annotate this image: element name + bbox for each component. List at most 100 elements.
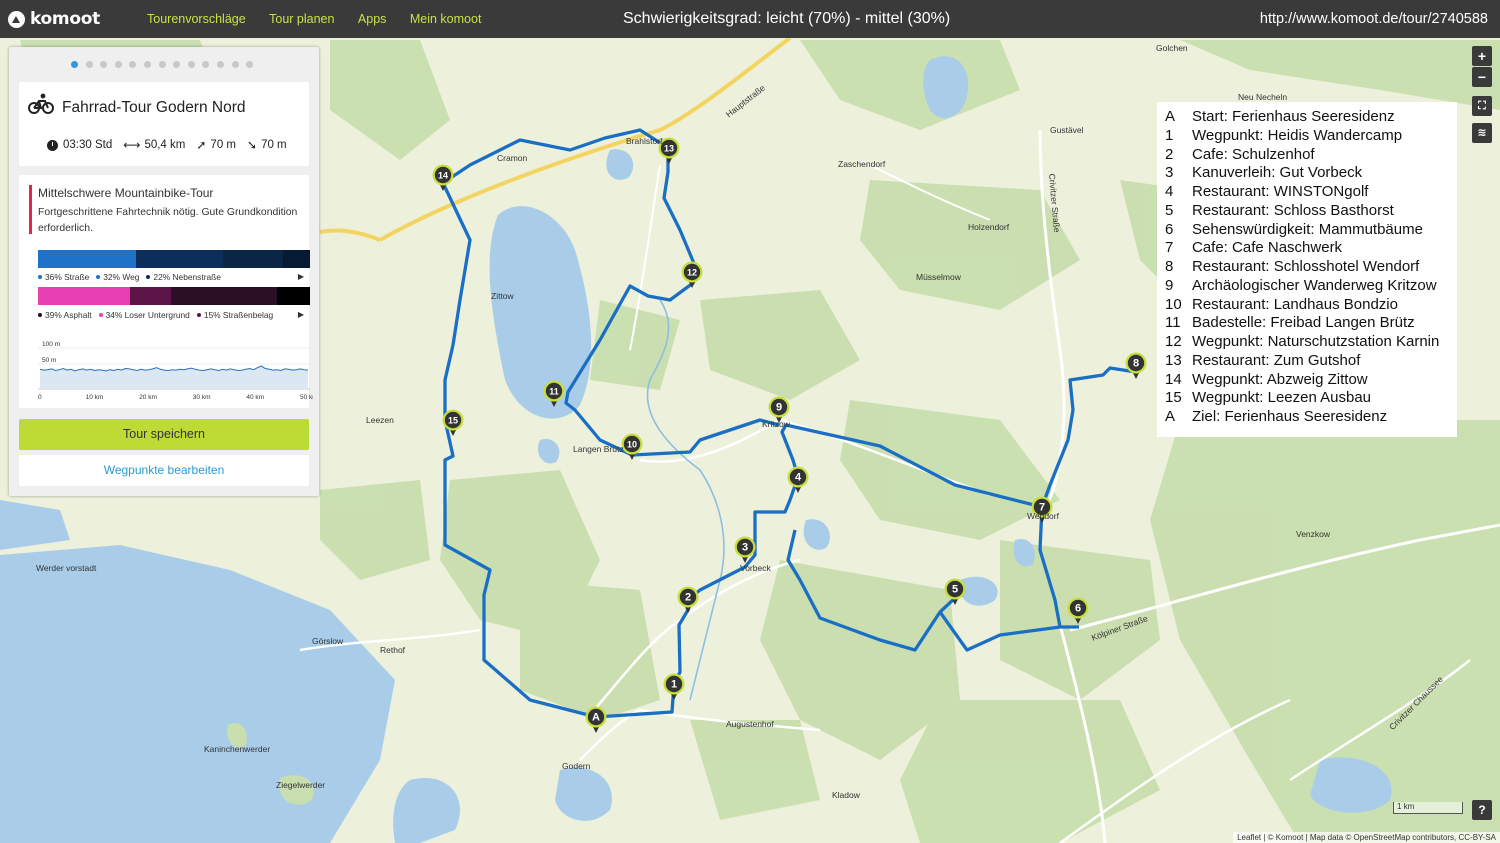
difficulty-indicator	[29, 185, 32, 234]
expand-arrow-icon[interactable]: ▶	[298, 272, 304, 281]
ascent-icon: ➚	[196, 138, 207, 152]
carousel-dot[interactable]	[100, 61, 108, 68]
waypoint-marker-label: 2	[685, 592, 691, 604]
waypoint-list-item[interactable]: 1 Wegpunkt: Heidis Wandercamp	[1165, 127, 1457, 146]
nav-apps[interactable]: Apps	[358, 12, 387, 26]
elev-x-label: 30 km	[193, 394, 211, 401]
tour-stats: 03:30 Std ⟷ 50,4 km ➚ 70 m ➘ 70 m	[47, 138, 298, 152]
komoot-logo[interactable]: komoot	[8, 9, 126, 29]
waypoint-marker-label: 8	[1133, 358, 1139, 370]
edit-waypoints-button[interactable]: Wegpunkte bearbeiten	[19, 455, 309, 486]
waypoint-marker-label: 14	[438, 171, 448, 181]
zoom-in-button[interactable]: +	[1472, 46, 1492, 66]
nav-tourenvorschlaege[interactable]: Tourenvorschläge	[147, 12, 246, 26]
legend-bullet	[146, 275, 151, 279]
carousel-dot[interactable]	[231, 61, 239, 68]
waypoint-label: Restaurant: Schloss Basthorst	[1192, 201, 1394, 219]
waytype-bar[interactable]	[38, 250, 310, 268]
surface-segment[interactable]	[171, 287, 278, 305]
elev-x-label: 20 km	[139, 394, 157, 401]
expand-arrow-icon[interactable]: ▶	[298, 310, 304, 319]
waytype-legend-text: 32% Weg	[103, 272, 140, 282]
map-label: Neu Necheln	[1238, 92, 1288, 102]
waypoint-list-item[interactable]: 6 Sehenswürdigkeit: Mammutbäume	[1165, 221, 1457, 240]
waypoint-list-item[interactable]: 10 Restaurant: Landhaus Bondzio	[1165, 296, 1457, 315]
carousel-dot[interactable]	[246, 61, 254, 68]
waypoint-key: 10	[1165, 295, 1182, 313]
carousel-dot[interactable]	[71, 61, 78, 68]
waypoint-list-item[interactable]: 4 Restaurant: WINSTONgolf	[1165, 183, 1457, 202]
carousel-dot[interactable]	[202, 61, 210, 68]
waytype-legend[interactable]: 36% Straße 32% Weg 22% Nebenstraße ▶	[38, 272, 310, 282]
waypoint-list: A Start: Ferienhaus Seeresidenz 1 Wegpunkt:…	[1157, 102, 1457, 437]
waypoint-list-item[interactable]: 8 Restaurant: Schlosshotel Wendorf	[1165, 258, 1457, 277]
carousel-dot[interactable]	[85, 61, 93, 68]
fullscreen-button[interactable]: ⛶	[1472, 96, 1492, 116]
waypoint-list-item[interactable]: 14 Wegpunkt: Abzweig Zittow	[1165, 371, 1457, 390]
map-label: Wendorf	[1027, 511, 1059, 521]
surface-segment[interactable]	[130, 287, 172, 305]
surface-legend-text: 15% Straßenbelag	[203, 310, 274, 320]
elev-x-label: 0	[38, 394, 42, 401]
waytype-legend-item: 32% Weg	[96, 272, 139, 282]
surface-segment[interactable]	[38, 287, 131, 305]
map-attribution: Leaflet | © Komoot | Map data © OpenStre…	[1233, 832, 1500, 843]
waypoint-key: 8	[1165, 258, 1174, 275]
zoom-out-button[interactable]: −	[1472, 67, 1492, 87]
waypoint-label: Wegpunkt: Heidis Wandercamp	[1192, 126, 1403, 144]
waypoint-marker-label: 11	[549, 387, 559, 397]
map-label: Augustenhof	[726, 719, 774, 729]
carousel-dot[interactable]	[173, 61, 181, 68]
waypoint-list-item[interactable]: 13 Restaurant: Zum Gutshof	[1165, 352, 1457, 371]
help-button[interactable]: ?	[1472, 800, 1492, 820]
surface-legend[interactable]: 39% Asphalt 34% Loser Untergrund 15% Straß…	[38, 310, 310, 320]
waypoint-key: 13	[1165, 351, 1182, 369]
waypoint-label: Kanuverleih: Gut Vorbeck	[1192, 164, 1363, 182]
surface-legend-item: 39% Asphalt	[38, 310, 92, 320]
carousel-dot[interactable]	[114, 61, 122, 68]
waypoint-list-item[interactable]: 9 Archäologischer Wanderweg Kritzow	[1165, 277, 1457, 296]
nav-mein-komoot[interactable]: Mein komoot	[410, 12, 482, 26]
waypoint-list-item[interactable]: A Ziel: Ferienhaus Seeresidenz	[1165, 408, 1457, 427]
map-label: Kaninchenwerder	[204, 744, 271, 754]
surface-segment[interactable]	[277, 287, 310, 305]
layers-button[interactable]: ≋	[1472, 123, 1492, 143]
carousel-dot[interactable]	[143, 61, 151, 68]
elev-y-label: 100 m	[42, 341, 60, 348]
waypoint-label: Wegpunkt: Leezen Ausbau	[1192, 389, 1372, 407]
map-label: Venzkow	[1296, 529, 1331, 539]
surface-bar[interactable]	[38, 287, 310, 305]
map-label: Zittow	[491, 291, 514, 301]
surface-legend-text: 39% Asphalt	[45, 310, 92, 320]
carousel-dot[interactable]	[216, 61, 224, 68]
waypoint-list-item[interactable]: 5 Restaurant: Schloss Basthorst	[1165, 202, 1457, 221]
waypoint-marker-label: 13	[664, 144, 674, 154]
waypoint-list-item[interactable]: A Start: Ferienhaus Seeresidenz	[1165, 108, 1457, 127]
main-nav: Tourenvorschläge Tour planen Apps Mein k…	[126, 10, 481, 28]
elev-x-label: 10 km	[86, 394, 104, 401]
waypoint-list-item[interactable]: 2 Cafe: Schulzenhof	[1165, 146, 1457, 165]
waypoint-list-item[interactable]: 3 Kanuverleih: Gut Vorbeck	[1165, 164, 1457, 183]
waypoint-list-item[interactable]: 7 Cafe: Cafe Naschwerk	[1165, 239, 1457, 258]
elevation-profile[interactable]: 100 m 50 m 0 10 km 20 km 30 km 40 km 50 km	[38, 338, 313, 404]
carousel-dot[interactable]	[158, 61, 166, 68]
waypoint-label: Restaurant: WINSTONgolf	[1192, 183, 1369, 200]
carousel-dot[interactable]	[129, 61, 137, 68]
waypoint-list-item[interactable]: 15 Wegpunkt: Leezen Ausbau	[1165, 389, 1457, 408]
waypoint-key: 14	[1165, 370, 1182, 388]
carousel-dots[interactable]	[71, 61, 261, 68]
waypoint-key: 11	[1165, 314, 1181, 332]
fullscreen-icon: ⛶	[1478, 100, 1486, 112]
waytype-legend-item: 36% Straße	[38, 272, 89, 282]
carousel-dot[interactable]	[187, 61, 195, 68]
nav-tour-planen[interactable]: Tour planen	[269, 12, 334, 26]
waypoint-list-item[interactable]: 11 Badestelle: Freibad Langen Brütz	[1165, 314, 1457, 333]
waypoint-label: Badestelle: Freibad Langen Brütz	[1192, 314, 1415, 332]
waypoint-key: 1	[1165, 126, 1174, 144]
waytype-segment[interactable]	[222, 250, 283, 268]
waypoint-list-item[interactable]: 12 Wegpunkt: Naturschutzstation Karnin	[1165, 333, 1457, 352]
waytype-segment[interactable]	[38, 250, 136, 268]
save-tour-button[interactable]: Tour speichern	[19, 419, 309, 450]
waytype-segment[interactable]	[135, 250, 223, 268]
waytype-segment[interactable]	[282, 250, 310, 268]
